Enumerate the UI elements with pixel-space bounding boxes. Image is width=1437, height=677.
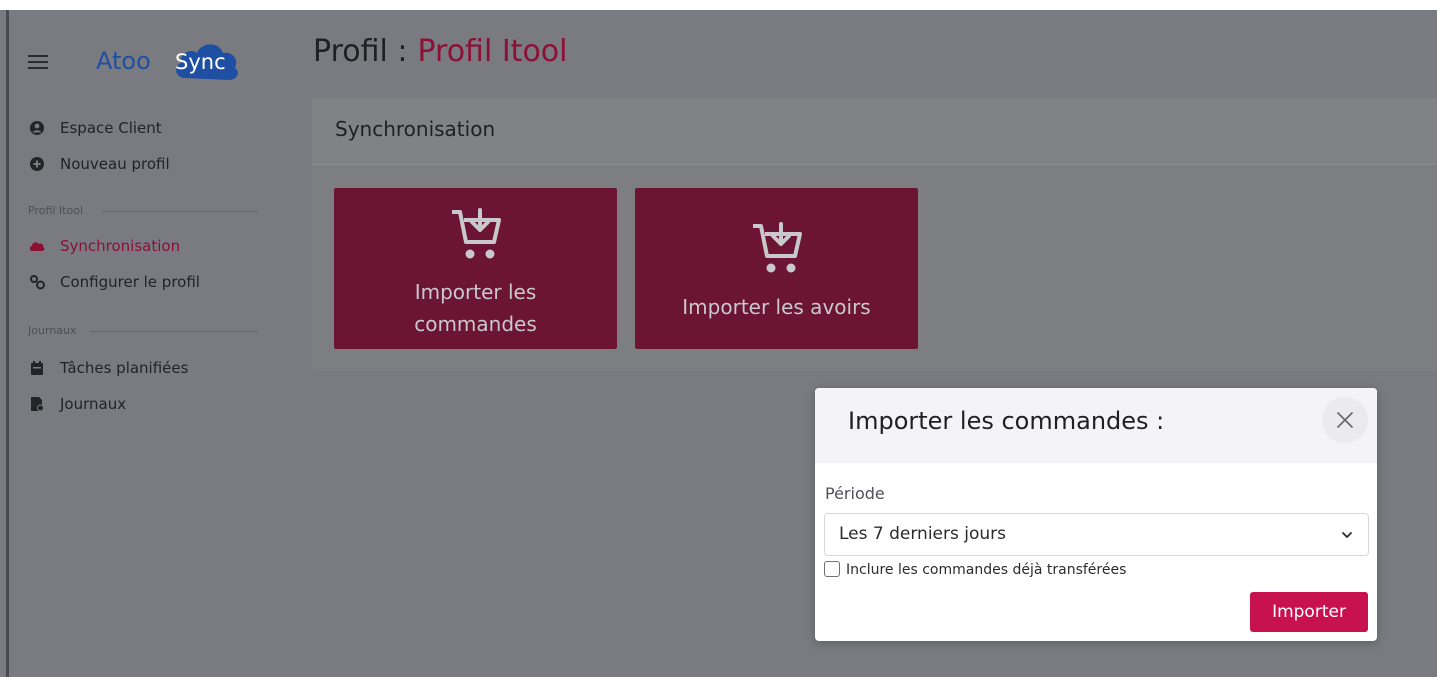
sidebar-item-label: Tâches planifiées — [60, 359, 189, 377]
import-orders-tile[interactable]: Importer les commandes — [334, 188, 617, 349]
close-button[interactable] — [1322, 397, 1368, 443]
sidebar-item-synchronisation[interactable]: Synchronisation — [28, 234, 180, 258]
calendar-icon — [31, 361, 43, 375]
sidebar-item-label: Configurer le profil — [60, 273, 200, 291]
tile-label: Importer les avoirs — [682, 295, 871, 319]
cart-download-icon — [753, 222, 802, 273]
plus-circle-icon — [30, 157, 44, 171]
import-credits-tile[interactable]: Importer les avoirs — [635, 188, 918, 349]
panel-title: Synchronisation — [335, 117, 496, 141]
include-transferred-label: Inclure les commandes déjà transférées — [846, 562, 1127, 578]
tile-label: commandes — [414, 312, 537, 336]
section-divider — [90, 331, 258, 332]
menu-icon[interactable] — [28, 53, 50, 71]
close-icon — [1337, 412, 1353, 428]
section-label-profile: Profil Itool — [28, 204, 84, 217]
page-title: Profil : Profil Itool — [313, 34, 567, 69]
logo-text: Atoo — [96, 47, 151, 75]
sidebar-item-espace-client[interactable]: Espace Client — [28, 116, 162, 140]
sidebar-item-label: Espace Client — [60, 119, 162, 137]
gears-icon — [30, 275, 45, 290]
sidebar-item-taches[interactable]: Tâches planifiées — [28, 356, 188, 380]
period-select-value: Les 7 derniers jours — [839, 524, 1007, 544]
period-select[interactable]: Les 7 derniers jours — [824, 513, 1369, 556]
sidebar-item-configurer[interactable]: Configurer le profil — [28, 270, 200, 294]
chevron-down-icon — [1342, 532, 1352, 538]
import-orders-modal: Importer les commandes : Période Les 7 d… — [815, 388, 1377, 641]
sidebar-item-nouveau-profil[interactable]: Nouveau profil — [28, 152, 170, 176]
page-title-profile: Profil Itool — [417, 34, 568, 69]
window-left-border — [6, 10, 9, 677]
import-button[interactable]: Importer — [1250, 592, 1368, 632]
page-title-prefix: Profil : — [313, 34, 408, 69]
log-file-icon — [31, 397, 44, 412]
section-divider — [102, 211, 258, 212]
tile-label: Importer les — [414, 280, 537, 304]
section-label-journaux: Journaux — [28, 324, 77, 337]
sidebar-item-journaux[interactable]: Journaux — [28, 392, 126, 416]
include-transferred-checkbox[interactable] — [824, 561, 840, 577]
cloud-sync-icon — [29, 242, 45, 251]
modal-title: Importer les commandes : — [848, 407, 1165, 435]
panel-header: Synchronisation — [312, 98, 1437, 165]
sidebar-item-label: Synchronisation — [60, 237, 181, 255]
period-label: Période — [825, 484, 885, 503]
sync-panel: Synchronisation Importer les commandes I… — [312, 98, 1437, 371]
sidebar-item-label: Nouveau profil — [60, 155, 170, 173]
sidebar-item-label: Journaux — [60, 395, 127, 413]
user-circle-icon — [30, 121, 44, 135]
cart-download-icon — [452, 208, 501, 259]
top-strip — [0, 0, 1437, 10]
logo-badge-text: Sync — [175, 50, 226, 74]
modal-header: Importer les commandes : — [815, 388, 1377, 463]
